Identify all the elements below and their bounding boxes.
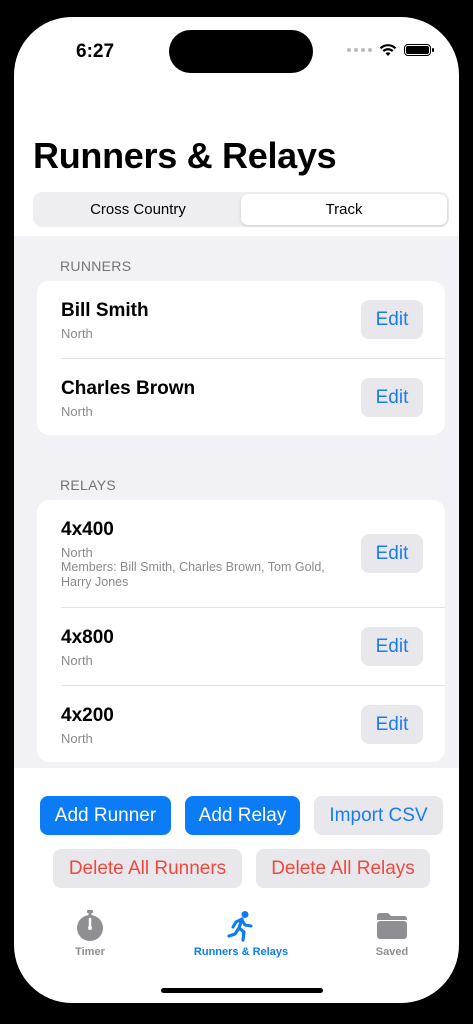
relay-name: 4x400 bbox=[61, 519, 114, 540]
delete-all-runners-button[interactable]: Delete All Runners bbox=[53, 849, 242, 888]
tab-bar: Timer Runners & Relays Saved bbox=[14, 910, 459, 970]
status-time: 6:27 bbox=[76, 41, 115, 62]
relay-name: 4x800 bbox=[61, 627, 114, 648]
import-csv-button[interactable]: Import CSV bbox=[314, 796, 443, 835]
relay-name: 4x200 bbox=[61, 705, 114, 726]
edit-runner-button[interactable]: Edit bbox=[361, 300, 423, 339]
runner-name: Bill Smith bbox=[61, 300, 149, 321]
wifi-icon bbox=[379, 44, 397, 56]
relay-row: 4x800 North Edit bbox=[61, 608, 445, 686]
relay-members: Members: Bill Smith, Charles Brown, Tom … bbox=[61, 560, 325, 589]
runner-row: Charles Brown North Edit bbox=[61, 359, 445, 435]
segment-cross-country[interactable]: Cross Country bbox=[35, 194, 241, 225]
page-title: Runners & Relays bbox=[33, 135, 337, 176]
runners-relays-list[interactable]: RUNNERS Bill Smith North Edit Charles Br… bbox=[14, 236, 459, 768]
runner-team: North bbox=[61, 326, 93, 341]
edit-relay-button[interactable]: Edit bbox=[361, 534, 423, 573]
segment-track[interactable]: Track bbox=[241, 194, 447, 225]
tab-label: Runners & Relays bbox=[193, 946, 289, 958]
relay-row: 4x400 North Members: Bill Smith, Charles… bbox=[61, 500, 445, 608]
runners-card: Bill Smith North Edit Charles Brown Nort… bbox=[37, 281, 445, 435]
battery-icon bbox=[404, 44, 434, 56]
runners-section-header: RUNNERS bbox=[60, 258, 132, 274]
tab-timer[interactable]: Timer bbox=[25, 910, 155, 958]
home-indicator[interactable] bbox=[161, 988, 323, 993]
phone-screen: 6:27 Runners & Relays Cross Country Trac… bbox=[14, 17, 459, 1003]
tab-label: Timer bbox=[75, 946, 105, 958]
edit-relay-button[interactable]: Edit bbox=[361, 627, 423, 666]
runner-row: Bill Smith North Edit bbox=[61, 281, 445, 359]
tab-saved[interactable]: Saved bbox=[327, 910, 457, 958]
tab-label: Saved bbox=[375, 946, 409, 958]
cellular-signal-icon bbox=[347, 48, 372, 52]
status-icons bbox=[347, 43, 434, 57]
edit-runner-button[interactable]: Edit bbox=[361, 378, 423, 417]
relay-team: North bbox=[61, 653, 93, 668]
relay-team: North bbox=[61, 731, 93, 746]
relays-section-header: RELAYS bbox=[60, 477, 117, 493]
stopwatch-icon bbox=[77, 910, 103, 941]
dynamic-island bbox=[169, 30, 313, 73]
runner-icon bbox=[227, 911, 253, 942]
relay-row: 4x200 North Edit bbox=[61, 686, 445, 762]
runner-name: Charles Brown bbox=[61, 378, 196, 399]
add-relay-button[interactable]: Add Relay bbox=[185, 796, 300, 835]
edit-relay-button[interactable]: Edit bbox=[361, 705, 423, 744]
runner-team: North bbox=[61, 404, 93, 419]
add-runner-button[interactable]: Add Runner bbox=[40, 796, 171, 835]
tab-runners-relays[interactable]: Runners & Relays bbox=[176, 910, 306, 958]
segmented-control: Cross Country Track bbox=[33, 192, 449, 227]
folder-icon bbox=[377, 913, 407, 939]
relay-team: North bbox=[61, 545, 93, 560]
delete-all-relays-button[interactable]: Delete All Relays bbox=[256, 849, 430, 888]
relays-card: 4x400 North Members: Bill Smith, Charles… bbox=[37, 500, 445, 762]
